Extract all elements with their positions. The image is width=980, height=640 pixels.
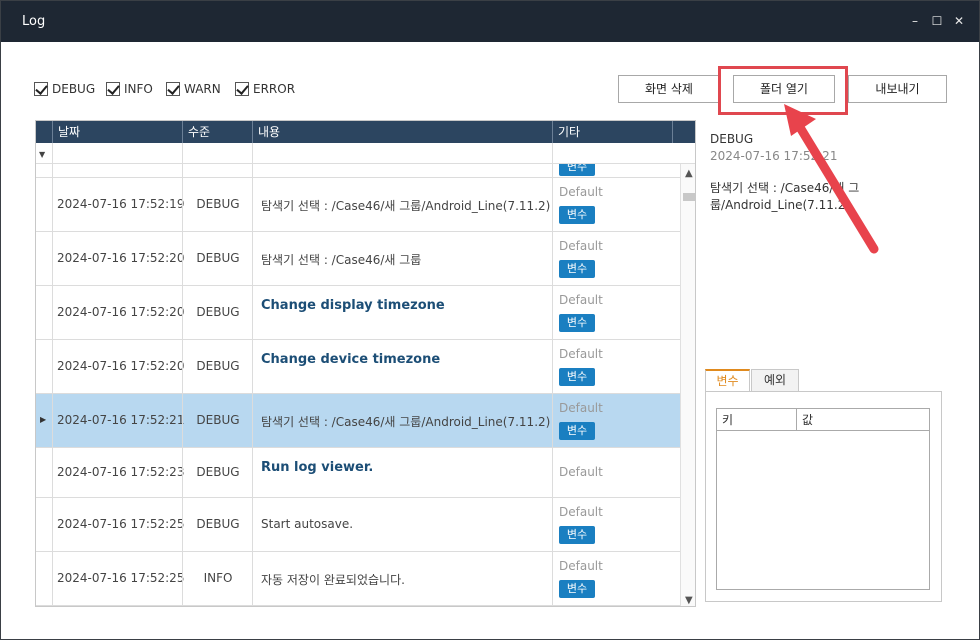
log-grid: 날짜 수준 내용 기타 ▼ 변수 2024-07-16 17:52:19 DEBU…: [35, 120, 696, 607]
variable-badge[interactable]: 변수: [559, 206, 595, 224]
maximize-icon[interactable]: ☐: [929, 13, 945, 29]
table-row-partial[interactable]: 변수: [36, 164, 680, 178]
row-level: INFO: [203, 571, 233, 585]
log-window: Log – ☐ ✕ DEBUG INFO WARN ERROR 화면 삭제 폴더…: [0, 0, 980, 640]
variable-badge[interactable]: 변수: [559, 422, 595, 440]
row-date: 2024-07-16 17:52:21: [57, 413, 185, 427]
column-level[interactable]: 수준: [182, 121, 252, 143]
export-button[interactable]: 내보내기: [848, 75, 947, 103]
row-extra: Default: [559, 185, 603, 199]
variable-badge[interactable]: 변수: [559, 526, 595, 544]
grid-rows: 변수 2024-07-16 17:52:19 DEBUG 탐색기 선택 : /Cas…: [36, 164, 680, 606]
row-date: 2024-07-16 17:52:25: [57, 571, 185, 585]
clear-screen-button[interactable]: 화면 삭제: [618, 75, 720, 103]
row-message: Run log viewer.: [261, 460, 374, 475]
detail-panel: DEBUG 2024-07-16 17:52:21 탐색기 선택 : /Case…: [710, 132, 940, 214]
filter-cell-level[interactable]: [182, 143, 252, 164]
key-value-table: 키 값: [716, 408, 930, 590]
row-extra: Default: [559, 505, 603, 519]
row-message: Change display timezone: [261, 298, 445, 313]
kv-value-header: 값: [797, 409, 929, 431]
variable-badge[interactable]: 변수: [559, 314, 595, 332]
row-extra: Default: [559, 293, 603, 307]
table-row[interactable]: 2024-07-16 17:52:25 INFO 자동 저장이 완료되었습니다. De…: [36, 552, 680, 606]
filter-error[interactable]: ERROR: [235, 81, 295, 97]
tab-variables[interactable]: 변수: [705, 369, 750, 392]
table-row[interactable]: 2024-07-16 17:52:20 DEBUG 탐색기 선택 : /Case46…: [36, 232, 680, 286]
row-level: DEBUG: [196, 465, 240, 479]
row-level: DEBUG: [196, 413, 240, 427]
scroll-thumb[interactable]: [683, 193, 695, 201]
row-indicator-icon: ▶: [40, 415, 47, 424]
filter-funnel-icon[interactable]: ▼: [39, 150, 45, 159]
grid-filter-row: ▼: [36, 143, 695, 164]
close-icon[interactable]: ✕: [951, 13, 967, 29]
row-message: 자동 저장이 완료되었습니다.: [261, 573, 405, 587]
table-row[interactable]: 2024-07-16 17:52:25 DEBUG Start autosave. D…: [36, 498, 680, 552]
scroll-down-icon[interactable]: ▼: [685, 595, 693, 606]
filter-debug[interactable]: DEBUG: [34, 81, 95, 97]
row-message: 탐색기 선택 : /Case46/새 그룹/Android_Line(7.11.…: [261, 199, 551, 213]
column-spacer: [672, 121, 695, 143]
column-extra[interactable]: 기타: [552, 121, 672, 143]
scroll-up-icon[interactable]: ▲: [685, 168, 693, 179]
column-date[interactable]: 날짜: [52, 121, 182, 143]
row-extra: Default: [559, 239, 603, 253]
filter-warn-label: WARN: [184, 82, 221, 96]
filter-cell-date[interactable]: [52, 143, 182, 164]
checkbox-info[interactable]: [106, 82, 120, 96]
grid-header: 날짜 수준 내용 기타: [36, 121, 695, 143]
filter-error-label: ERROR: [253, 82, 296, 96]
table-row[interactable]: 2024-07-16 17:52:23 DEBUG Run log viewer. D…: [36, 448, 680, 498]
row-level: DEBUG: [196, 359, 240, 373]
table-row[interactable]: 2024-07-16 17:52:20 DEBUG Change device ti…: [36, 340, 680, 394]
row-extra: Default: [559, 401, 603, 415]
table-row[interactable]: ▶ 2024-07-16 17:52:21 DEBUG 탐색기 선택 : /Case4…: [36, 394, 680, 448]
filter-debug-label: DEBUG: [52, 82, 96, 96]
row-message: Start autosave.: [261, 517, 354, 531]
row-extra: Default: [559, 559, 603, 573]
row-extra: Default: [559, 465, 603, 479]
filter-info[interactable]: INFO: [106, 81, 153, 97]
tab-exception[interactable]: 예외: [751, 369, 799, 392]
filter-info-label: INFO: [124, 82, 153, 96]
title-bar[interactable]: Log – ☐ ✕: [1, 1, 979, 42]
checkbox-warn[interactable]: [166, 82, 180, 96]
row-date: 2024-07-16 17:52:25: [57, 517, 185, 531]
table-row[interactable]: 2024-07-16 17:52:19 DEBUG 탐색기 선택 : /Case46…: [36, 178, 680, 232]
row-date: 2024-07-16 17:52:19: [57, 197, 185, 211]
checkbox-debug[interactable]: [34, 82, 48, 96]
vertical-scrollbar[interactable]: ▲ ▼: [680, 164, 695, 606]
detail-timestamp: 2024-07-16 17:52:21: [710, 149, 838, 163]
minimize-icon[interactable]: –: [907, 13, 923, 29]
filter-cell-message[interactable]: [252, 143, 552, 164]
row-level: DEBUG: [196, 517, 240, 531]
row-level: DEBUG: [196, 197, 240, 211]
variable-badge[interactable]: 변수: [559, 164, 595, 176]
detail-level: DEBUG: [710, 132, 754, 146]
row-message: 탐색기 선택 : /Case46/새 그룹: [261, 253, 422, 267]
variable-badge[interactable]: 변수: [559, 368, 595, 386]
checkbox-error[interactable]: [235, 82, 249, 96]
row-level: DEBUG: [196, 251, 240, 265]
row-date: 2024-07-16 17:52:23: [57, 465, 185, 479]
row-extra: Default: [559, 347, 603, 361]
detail-message: 탐색기 선택 : /Case46/새 그룹/Android_Line(7.11.…: [710, 181, 860, 212]
row-level: DEBUG: [196, 305, 240, 319]
window-title: Log: [22, 14, 46, 29]
filter-cell-extra[interactable]: [552, 143, 672, 164]
row-message: Change device timezone: [261, 352, 441, 367]
column-message[interactable]: 내용: [252, 121, 552, 143]
row-date: 2024-07-16 17:52:20: [57, 359, 185, 373]
row-date: 2024-07-16 17:52:20: [57, 251, 185, 265]
kv-key-header: 키: [717, 409, 797, 431]
variable-badge[interactable]: 변수: [559, 580, 595, 598]
row-date: 2024-07-16 17:52:20: [57, 305, 185, 319]
filter-warn[interactable]: WARN: [166, 81, 221, 97]
variable-badge[interactable]: 변수: [559, 260, 595, 278]
variables-panel: 키 값: [705, 391, 942, 602]
table-row[interactable]: 2024-07-16 17:52:20 DEBUG Change display t…: [36, 286, 680, 340]
row-message: 탐색기 선택 : /Case46/새 그룹/Android_Line(7.11.…: [261, 415, 551, 429]
highlight-box: [718, 66, 848, 115]
